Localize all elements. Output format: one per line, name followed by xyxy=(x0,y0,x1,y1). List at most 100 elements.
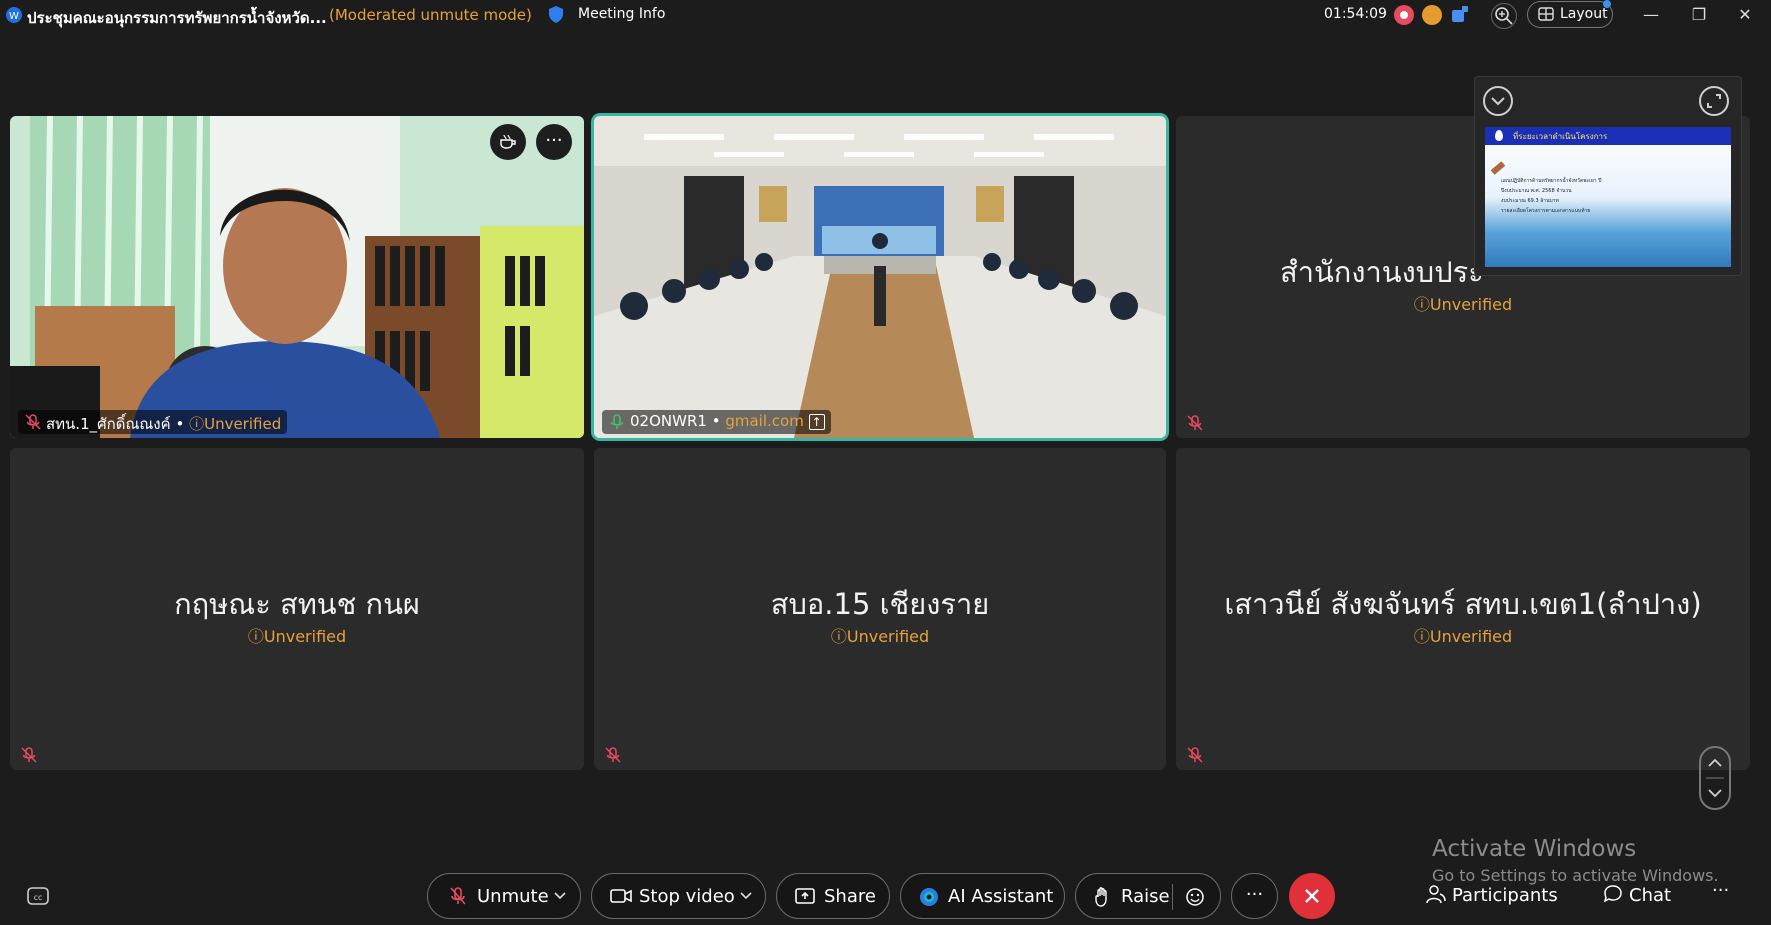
reaction-button[interactable] xyxy=(490,124,526,160)
unmute-label: Unmute xyxy=(477,886,549,907)
stop-video-label: Stop video xyxy=(639,886,735,907)
chevron-down-icon[interactable] xyxy=(554,892,566,900)
activate-windows-subtitle: Go to Settings to activate Windows. xyxy=(1432,866,1719,885)
chat-button[interactable]: Chat xyxy=(1603,884,1671,906)
water-drop-icon xyxy=(1495,130,1503,141)
tile-more-button[interactable]: ··· xyxy=(536,124,572,160)
reactions-icon[interactable] xyxy=(1184,886,1206,908)
meeting-title: ประชุมคณะอนุกรรมการทรัพยากรน้ำจังหวัด... xyxy=(27,9,327,27)
expand-preview-button[interactable] xyxy=(1699,86,1729,116)
raise-hand-button[interactable]: Raise xyxy=(1075,873,1221,919)
coffee-icon xyxy=(500,134,516,149)
slide-title: ที่ระยะเวลาดำเนินโครงการ xyxy=(1513,132,1608,141)
more-label: ··· xyxy=(1245,884,1264,905)
shield-icon[interactable] xyxy=(548,5,564,24)
slide-line: แผนปฏิบัติการด้านทรัพยากรน้ำจังหวัดพะเยา… xyxy=(1501,178,1602,184)
participant-name: 02ONWR1 xyxy=(630,412,707,430)
raise-label: Raise xyxy=(1121,886,1170,907)
share-button[interactable]: Share xyxy=(776,873,890,919)
svg-text:cc: cc xyxy=(34,893,43,902)
share-label: Share xyxy=(824,886,876,907)
unverified-label: ⓘUnverified xyxy=(1413,627,1513,646)
participant-tile[interactable]: เสาวนีย์ สังฆจันทร์ สทบ.เขต1(ลำปาง) ⓘUnv… xyxy=(1176,448,1750,770)
layout-label: Layout xyxy=(1560,6,1608,22)
muted-mic-icon xyxy=(25,414,41,430)
unmute-button[interactable]: Unmute xyxy=(427,873,581,919)
slide-line: งบประมาณ 69.3 ล้านบาท xyxy=(1501,198,1559,204)
info-circle-icon: ⓘ xyxy=(189,415,205,433)
stop-video-button[interactable]: Stop video xyxy=(591,873,766,919)
expand-icon xyxy=(1707,94,1721,108)
zoom-icon[interactable] xyxy=(1491,3,1517,29)
overflow-menu-button[interactable]: ··· xyxy=(1712,880,1729,901)
svg-text:W: W xyxy=(9,11,19,22)
participant-video xyxy=(594,116,1166,438)
end-call-button[interactable] xyxy=(1289,873,1335,919)
participants-button[interactable]: Participants xyxy=(1426,884,1558,906)
mic-on-icon xyxy=(610,414,624,429)
participant-email-domain: gmail.com xyxy=(725,412,804,430)
meeting-timer: 01:54:09 xyxy=(1324,6,1387,22)
slide-line: ปีงบประมาณ พ.ศ. 2568 จำนวน xyxy=(1501,188,1572,194)
minimize-icon[interactable]: — xyxy=(1641,5,1661,25)
title-bar: W ประชุมคณะอนุกรรมการทรัพยากรน้ำจังหวัด.… xyxy=(0,0,1771,30)
overflow-label: ··· xyxy=(1712,880,1730,901)
unverified-label: Unverified xyxy=(204,415,282,433)
share-screen-icon xyxy=(795,888,815,904)
chat-bubble-icon xyxy=(1603,885,1622,903)
notification-dot xyxy=(1603,0,1611,8)
unverified-label: ⓘUnverified xyxy=(830,627,930,646)
participant-name-tag: 02ONWR1 • gmail.com ↑ xyxy=(602,410,831,434)
muted-mic-icon xyxy=(605,747,621,763)
info-circle-icon: ⓘ xyxy=(1413,627,1430,646)
unverified-label: ⓘUnverified xyxy=(1413,295,1513,314)
close-icon[interactable]: ✕ xyxy=(1735,5,1755,25)
grid-scroll-control[interactable] xyxy=(1699,746,1731,810)
collapse-preview-button[interactable] xyxy=(1483,86,1513,116)
info-circle-icon: ⓘ xyxy=(830,627,847,646)
network-stats-icon[interactable] xyxy=(1422,5,1442,25)
info-circle-icon: ⓘ xyxy=(1413,295,1430,314)
muted-mic-icon xyxy=(21,747,37,763)
restore-icon[interactable]: ❐ xyxy=(1689,5,1709,25)
moderated-mode-label: (Moderated unmute mode) xyxy=(329,6,532,24)
divider xyxy=(1172,884,1173,910)
chevron-down-icon[interactable] xyxy=(740,892,752,900)
video-camera-icon xyxy=(610,889,632,903)
muted-mic-icon xyxy=(450,887,466,905)
chat-label: Chat xyxy=(1629,885,1672,906)
shared-content-preview[interactable]: ที่ระยะเวลาดำเนินโครงการ แผนปฏิบัติการด้… xyxy=(1474,76,1742,276)
participant-tile-active[interactable]: 02ONWR1 • gmail.com ↑ xyxy=(594,116,1166,438)
shared-slide: ที่ระยะเวลาดำเนินโครงการ แผนปฏิบัติการด้… xyxy=(1485,127,1731,267)
webex-logo-icon: W xyxy=(6,7,22,23)
muted-mic-icon xyxy=(1187,747,1203,763)
ai-assistant-icon xyxy=(920,888,938,906)
slide-line: รายละเอียดโครงการตามเอกสารแนบท้าย xyxy=(1501,208,1591,214)
participant-name: สทน.1_ศักดิ์ณณงค์ xyxy=(46,415,171,433)
recording-icon[interactable] xyxy=(1394,5,1414,25)
ai-assistant-button[interactable]: AI Assistant xyxy=(900,873,1065,919)
more-options-button[interactable]: ··· xyxy=(1231,873,1278,919)
apps-icon[interactable] xyxy=(1450,4,1470,24)
participant-tile[interactable]: กฤษณะ สทนช กนผ ⓘUnverified xyxy=(10,448,584,770)
screen-share-icon: ↑ xyxy=(808,414,825,430)
participant-name: สบอ.15 เชียงราย xyxy=(770,587,990,621)
participant-name: เสาวนีย์ สังฆจันทร์ สทบ.เขต1(ลำปาง) xyxy=(1224,587,1702,621)
muted-mic-icon xyxy=(1187,415,1203,431)
chevron-down-icon xyxy=(1491,97,1505,106)
captions-icon[interactable]: cc xyxy=(27,887,49,905)
participant-tile[interactable]: สบอ.15 เชียงราย ⓘUnverified xyxy=(594,448,1166,770)
hand-icon xyxy=(1095,887,1107,907)
participant-name: กฤษณะ สทนช กนผ xyxy=(174,587,420,621)
meeting-info-link[interactable]: Meeting Info xyxy=(578,6,665,22)
info-circle-icon: ⓘ xyxy=(247,627,264,646)
participant-tile[interactable]: ··· สทน.1_ศักดิ์ณณงค์ • ⓘUnverified xyxy=(10,116,584,438)
separator-dot: • xyxy=(175,415,185,433)
participants-label: Participants xyxy=(1452,885,1558,906)
layout-button[interactable]: Layout xyxy=(1527,1,1613,28)
close-icon xyxy=(1305,889,1319,903)
ai-assistant-label: AI Assistant xyxy=(948,886,1054,907)
separator-dot: • xyxy=(711,412,721,430)
participant-video xyxy=(10,116,584,438)
gavel-icon xyxy=(1490,161,1506,175)
